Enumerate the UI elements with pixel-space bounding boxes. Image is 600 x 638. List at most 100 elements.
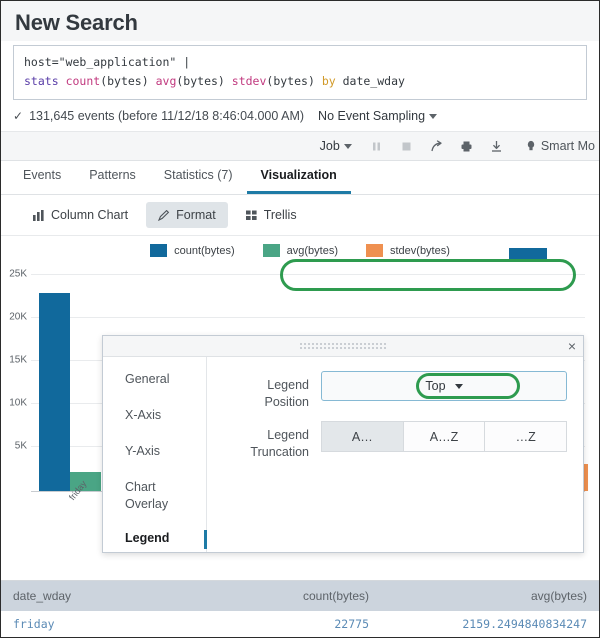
table-cell-date-wday[interactable]: friday — [1, 617, 201, 631]
query-func-avg: avg — [156, 74, 177, 88]
smart-mode-label: Smart Mo — [541, 139, 595, 153]
table-header-date-wday[interactable]: date_wday — [1, 589, 201, 603]
search-query-line-1: host="web_application" | — [24, 53, 576, 72]
pencil-icon — [158, 210, 170, 221]
legend-swatch-count — [150, 244, 167, 257]
bar-count-friday[interactable] — [39, 293, 70, 491]
y-tick-25k: 25K — [9, 269, 27, 280]
event-sampling-label: No Event Sampling — [318, 109, 425, 123]
bar-chart-icon — [33, 210, 45, 221]
chart-legend[interactable]: count(bytes) avg(bytes) stdev(bytes) — [1, 244, 599, 257]
close-icon[interactable]: × — [568, 338, 576, 355]
legend-item-stdev[interactable]: stdev(bytes) — [366, 244, 450, 257]
export-icon[interactable] — [482, 131, 512, 161]
y-tick-15k: 15K — [9, 355, 27, 366]
gridline — [31, 317, 585, 318]
query-keyword-by: by — [322, 74, 336, 88]
y-tick-10k: 10K — [9, 398, 27, 409]
legend-item-count[interactable]: count(bytes) — [150, 244, 235, 257]
print-icon[interactable] — [452, 131, 482, 161]
legend-label-count: count(bytes) — [174, 245, 235, 257]
results-table: date_wday count(bytes) avg(bytes) friday… — [1, 580, 599, 637]
gridline — [31, 274, 585, 275]
page-title: New Search — [15, 9, 585, 37]
dialog-nav-x-axis[interactable]: X-Axis — [103, 407, 206, 424]
format-dialog: × General X-Axis Y-Axis Chart Overlay Le… — [102, 335, 584, 553]
chevron-down-icon — [344, 144, 352, 149]
y-tick-20k: 20K — [9, 312, 27, 323]
result-tabs: Events Patterns Statistics (7) Visualiza… — [1, 161, 599, 195]
tab-events[interactable]: Events — [9, 168, 75, 194]
job-toolbar: Job Smart Mo — [1, 131, 599, 161]
job-label: Job — [320, 139, 340, 153]
job-dropdown[interactable]: Job — [310, 131, 362, 161]
query-field-date-wday: date_wday — [343, 74, 405, 88]
visualization-toolbar: Column Chart Format Trellis — [1, 195, 599, 236]
dialog-nav-y-axis[interactable]: Y-Axis — [103, 443, 206, 460]
legend-position-field[interactable]: Top — [321, 371, 567, 401]
format-label: Format — [176, 208, 216, 222]
query-func-avg-arg: (bytes) — [176, 74, 224, 88]
dialog-nav-chart-overlay-label: Chart Overlay — [125, 479, 181, 513]
tab-visualization[interactable]: Visualization — [247, 168, 351, 194]
legend-position-dropdown[interactable]: Top — [425, 379, 462, 393]
table-cell-avg-bytes[interactable]: 2159.2494840834247 — [381, 617, 599, 631]
truncation-option-middle[interactable]: A…Z — [404, 421, 486, 452]
dialog-content: Legend Position Top Legend Truncation — [207, 357, 583, 552]
event-sampling-dropdown[interactable]: No Event Sampling — [318, 109, 437, 123]
pause-icon[interactable] — [362, 131, 392, 161]
table-cell-count-bytes[interactable]: 22775 — [201, 617, 381, 631]
tab-patterns[interactable]: Patterns — [75, 168, 150, 194]
truncation-option-start[interactable]: A… — [321, 421, 404, 452]
y-tick-5k: 5K — [15, 441, 27, 452]
query-func-stdev: stdev — [232, 74, 267, 88]
app-window: New Search host="web_application" | stat… — [0, 0, 600, 638]
format-button[interactable]: Format — [146, 202, 228, 228]
legend-truncation-options: A… A…Z …Z — [321, 421, 567, 452]
dialog-nav-chart-overlay[interactable]: Chart Overlay — [103, 479, 206, 513]
dialog-nav-legend[interactable]: Legend — [103, 530, 206, 547]
search-query-input[interactable]: host="web_application" | stats count(byt… — [13, 45, 587, 100]
y-axis-labels: 25K 20K 15K 10K 5K — [1, 274, 29, 492]
stop-icon[interactable] — [392, 131, 422, 161]
lightbulb-icon — [526, 140, 536, 153]
query-host-value: "web_application" | — [59, 55, 191, 69]
dialog-nav-general[interactable]: General — [103, 371, 206, 388]
check-icon: ✓ — [13, 109, 23, 123]
search-query-line-2: stats count(bytes) avg(bytes) stdev(byte… — [24, 72, 576, 91]
chart-type-label: Column Chart — [51, 208, 128, 222]
query-host-key: host= — [24, 55, 59, 69]
legend-truncation-label: Legend Truncation — [223, 421, 321, 461]
table-header-avg-bytes[interactable]: avg(bytes) — [381, 589, 599, 603]
truncation-option-end[interactable]: …Z — [485, 421, 567, 452]
event-count-text: 131,645 events (before 11/12/18 8:46:04.… — [29, 109, 304, 123]
dialog-title-bar[interactable]: × — [103, 336, 583, 357]
dialog-body: General X-Axis Y-Axis Chart Overlay Lege… — [103, 357, 583, 552]
trellis-label: Trellis — [264, 208, 297, 222]
legend-position-row: Legend Position Top — [223, 371, 567, 411]
chart-type-button[interactable]: Column Chart — [21, 202, 140, 228]
query-func-stdev-arg: (bytes) — [266, 74, 314, 88]
table-header-row: date_wday count(bytes) avg(bytes) — [1, 581, 599, 611]
share-icon[interactable] — [422, 131, 452, 161]
tab-statistics[interactable]: Statistics (7) — [150, 168, 247, 194]
legend-label-stdev: stdev(bytes) — [390, 245, 450, 257]
legend-position-label: Legend Position — [223, 371, 321, 411]
legend-label-avg: avg(bytes) — [287, 245, 338, 257]
chevron-down-icon — [455, 384, 463, 389]
legend-truncation-row: Legend Truncation A… A…Z …Z — [223, 421, 567, 461]
trellis-button[interactable]: Trellis — [234, 202, 309, 228]
query-command-stats: stats — [24, 74, 59, 88]
query-func-count: count — [66, 74, 101, 88]
legend-item-avg[interactable]: avg(bytes) — [263, 244, 338, 257]
drag-handle-icon[interactable] — [299, 342, 387, 351]
legend-swatch-stdev — [366, 244, 383, 257]
table-header-count-bytes[interactable]: count(bytes) — [201, 589, 381, 603]
query-func-count-arg: (bytes) — [100, 74, 148, 88]
chevron-down-icon — [429, 114, 437, 119]
dialog-nav: General X-Axis Y-Axis Chart Overlay Lege… — [103, 357, 207, 552]
grid-icon — [246, 210, 258, 221]
table-row[interactable]: friday 22775 2159.2494840834247 — [1, 611, 599, 637]
title-bar: New Search — [1, 1, 599, 41]
smart-mode-button[interactable]: Smart Mo — [512, 139, 599, 153]
